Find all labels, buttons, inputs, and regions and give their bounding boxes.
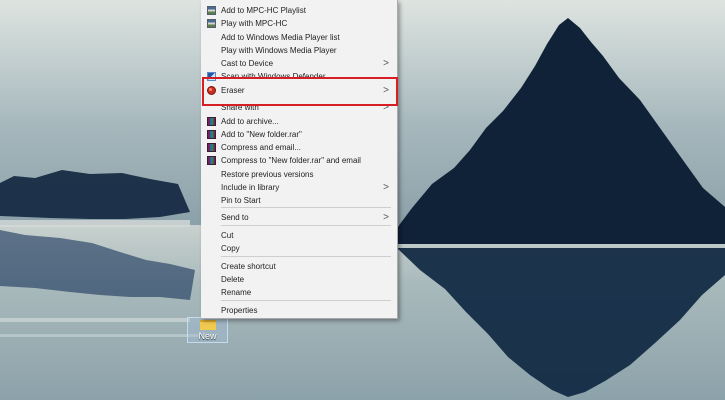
menu-item-scan-with-windows-defender[interactable]: Scan with Windows Defender... (201, 70, 397, 83)
chevron-right-icon: > (383, 58, 389, 69)
menu-item-label: Cut (221, 231, 234, 240)
menu-item-label: Properties (221, 306, 258, 315)
chevron-right-icon: > (383, 212, 389, 223)
mpc-hc-icon (207, 19, 216, 28)
desktop-folder-new-folder[interactable]: New folder (187, 317, 228, 343)
desktop-folder-label: New folder (196, 331, 219, 342)
menu-item-create-shortcut[interactable]: Create shortcut (201, 260, 397, 273)
winrar-icon (207, 156, 216, 165)
menu-item-label: Play with MPC-HC (221, 19, 288, 28)
menu-item-add-to-windows-media-player-list[interactable]: Add to Windows Media Player list (201, 31, 397, 44)
menu-item-cast-to-device[interactable]: Cast to Device > (201, 57, 397, 70)
menu-item-label: Scan with Windows Defender... (221, 72, 332, 81)
menu-item-label: Eraser (221, 86, 245, 95)
menu-item-play-with-windows-media-player[interactable]: Play with Windows Media Player (201, 44, 397, 57)
menu-item-label: Add to MPC-HC Playlist (221, 6, 306, 15)
menu-item-add-to-mpc-hc-playlist[interactable]: Add to MPC-HC Playlist (201, 4, 397, 17)
folder-context-menu: Add to MPC-HC Playlist Play with MPC-HC … (201, 0, 398, 319)
menu-item-label: Add to Windows Media Player list (221, 33, 340, 42)
menu-item-rename[interactable]: Rename (201, 286, 397, 299)
folder-icon (199, 320, 216, 330)
menu-item-play-with-mpc-hc[interactable]: Play with MPC-HC (201, 17, 397, 30)
menu-item-label: Compress to "New folder.rar" and email (221, 156, 361, 165)
menu-separator (221, 300, 391, 301)
menu-item-label: Compress and email... (221, 143, 302, 152)
menu-item-label: Play with Windows Media Player (221, 46, 337, 55)
menu-item-label: Pin to Start (221, 196, 261, 205)
menu-item-include-in-library[interactable]: Include in library > (201, 181, 397, 194)
menu-item-label: Share with (221, 103, 259, 112)
menu-item-label: Add to "New folder.rar" (221, 130, 302, 139)
menu-item-restore-previous-versions[interactable]: Restore previous versions (201, 168, 397, 181)
winrar-icon (207, 143, 216, 152)
menu-item-compress-to-rar-and-email[interactable]: Compress to "New folder.rar" and email (201, 154, 397, 167)
windows-defender-icon (207, 72, 216, 81)
chevron-right-icon: > (383, 85, 389, 96)
winrar-icon (207, 117, 216, 126)
menu-item-add-to-archive[interactable]: Add to archive... (201, 115, 397, 128)
menu-item-delete[interactable]: Delete (201, 273, 397, 286)
menu-item-add-to-new-folder-rar[interactable]: Add to "New folder.rar" (201, 128, 397, 141)
chevron-right-icon: > (383, 102, 389, 113)
menu-separator (221, 207, 391, 208)
menu-item-cut[interactable]: Cut (201, 229, 397, 242)
menu-item-eraser[interactable]: Eraser > (201, 84, 397, 97)
menu-item-share-with[interactable]: Share with > (201, 101, 397, 114)
chevron-right-icon: > (383, 182, 389, 193)
menu-item-send-to[interactable]: Send to > (201, 211, 397, 224)
eraser-icon (207, 86, 216, 95)
winrar-icon (207, 130, 216, 139)
menu-separator (221, 225, 391, 226)
menu-item-copy[interactable]: Copy (201, 242, 397, 255)
mpc-hc-icon (207, 6, 216, 15)
menu-item-label: Restore previous versions (221, 170, 314, 179)
menu-item-label: Add to archive... (221, 117, 279, 126)
menu-separator (221, 256, 391, 257)
menu-item-compress-and-email[interactable]: Compress and email... (201, 141, 397, 154)
menu-item-label: Cast to Device (221, 59, 274, 68)
menu-item-label: Copy (221, 244, 240, 253)
menu-item-label: Rename (221, 288, 252, 297)
menu-item-label: Include in library (221, 183, 280, 192)
menu-item-properties[interactable]: Properties (201, 304, 397, 317)
menu-item-label: Send to (221, 213, 249, 222)
menu-item-pin-to-start[interactable]: Pin to Start (201, 194, 397, 207)
menu-item-label: Delete (221, 275, 245, 284)
menu-item-label: Create shortcut (221, 262, 276, 271)
